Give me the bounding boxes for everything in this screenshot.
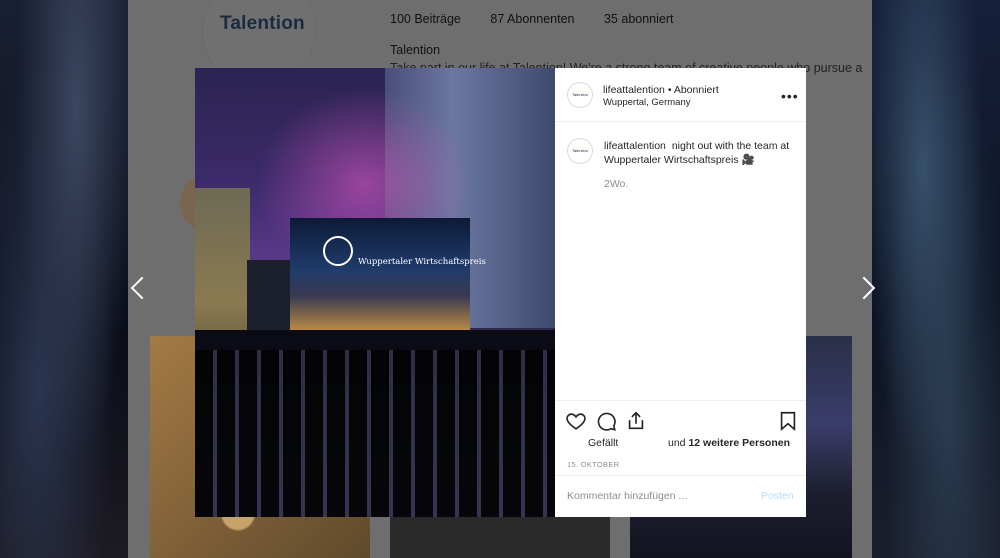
followers-count[interactable]: 87 Abonnenten <box>490 12 574 26</box>
post-header: Talention lifeattalention • Abonniert Wu… <box>555 68 806 122</box>
backdrop-right <box>872 0 1000 558</box>
likes-count[interactable]: 12 weitere Personen <box>688 437 790 449</box>
comment-row: Posten <box>555 475 806 518</box>
likes-others[interactable]: und 12 weitere Personen <box>668 437 790 449</box>
header-username[interactable]: lifeattalention <box>603 84 665 96</box>
profile-logo-text: Talention <box>220 13 305 34</box>
header-avatar[interactable]: Talention <box>567 82 593 108</box>
post-photo[interactable]: Wuppertaler Wirtschaftspreis <box>195 68 555 517</box>
heart-icon[interactable] <box>565 410 587 432</box>
caption-avatar[interactable]: Talention <box>567 138 593 164</box>
posts-count: 100 Beiträge <box>390 12 461 26</box>
caption-time[interactable]: 2Wo. <box>604 178 628 190</box>
profile-stats: 100 Beiträge 87 Abonnenten 35 abonniert <box>390 12 700 26</box>
post-actions: Gefällt und 12 weitere Personen 15. OKTO… <box>555 400 806 544</box>
header-separator: • <box>667 84 672 96</box>
photo-stage <box>195 330 555 350</box>
bookmark-icon[interactable] <box>777 410 799 432</box>
backdrop-left <box>0 0 128 558</box>
profile-name: Talention <box>390 43 441 57</box>
header-location[interactable]: Wuppertal, Germany <box>603 97 690 108</box>
screen-logo-icon <box>323 236 353 266</box>
screen-title: Wuppertaler Wirtschaftspreis <box>358 257 486 267</box>
comment-icon[interactable] <box>595 410 617 432</box>
caption-username[interactable]: lifeattalention <box>604 140 666 152</box>
follow-status[interactable]: Abonniert <box>674 84 719 96</box>
share-icon[interactable] <box>625 410 647 432</box>
header-user-line: lifeattalention • Abonniert <box>603 84 719 96</box>
photo-stage-screen <box>290 218 470 330</box>
following-count[interactable]: 35 abonniert <box>604 12 674 26</box>
likes-prefix: und <box>668 437 686 449</box>
comment-input[interactable] <box>567 486 747 506</box>
more-icon[interactable]: ••• <box>781 88 799 104</box>
post-comment-button[interactable]: Posten <box>761 490 794 502</box>
post-details-panel: Talention lifeattalention • Abonniert Wu… <box>555 68 806 517</box>
caption-text-block: lifeattalention night out with the team … <box>604 139 794 167</box>
photo-chairs <box>195 350 555 517</box>
post-date: 15. OKTOBER <box>567 460 620 469</box>
likes-label[interactable]: Gefällt <box>588 437 618 449</box>
